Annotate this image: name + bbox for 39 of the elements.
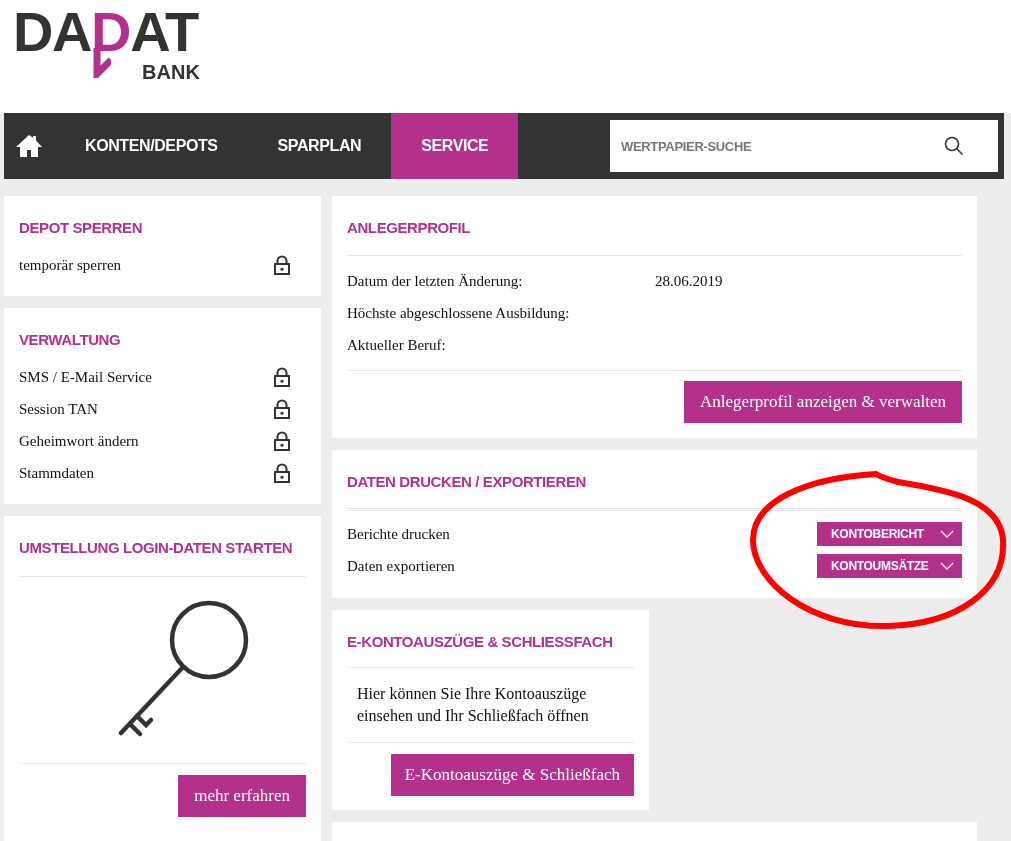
nav-tab[interactable]: KONTEN/DEPOTS xyxy=(54,113,248,179)
nav-tab[interactable]: SERVICE xyxy=(391,113,519,179)
field-label: Höchste abgeschlossene Ausbildung: xyxy=(347,304,571,323)
lock-icon xyxy=(274,255,290,275)
field-value: 28.06.2019 xyxy=(655,272,723,291)
menu-link[interactable]: Geheimwort ändern xyxy=(19,430,139,452)
chevron-down-icon xyxy=(940,562,954,570)
field-label: Aktueller Beruf: xyxy=(347,336,447,355)
lock-icon xyxy=(274,399,290,419)
dropdown[interactable]: KONTOBERICHT xyxy=(817,522,962,546)
menu-link[interactable]: SMS / E-Mail Service xyxy=(19,366,152,388)
lock-icon xyxy=(274,367,290,387)
row-label: Daten exportieren xyxy=(347,556,455,576)
field-label: Datum der letzten Änderung: xyxy=(347,272,524,291)
card-title: UMSTELLUNG LOGIN-DATEN STARTEN xyxy=(19,538,294,558)
chevron-down-icon xyxy=(940,530,954,538)
nav-tab[interactable]: SPARPLAN xyxy=(247,113,392,179)
lock-icon xyxy=(274,431,290,451)
description-text: Hier können Sie Ihre Kontoauszüge einsehen und Ihr Schließfach öffnen xyxy=(356,684,590,726)
logo-subtitle: BANK xyxy=(142,62,200,82)
menu-link[interactable]: temporär sperren xyxy=(19,254,122,276)
menu-link[interactable]: Stammdaten xyxy=(19,462,94,484)
menu-link[interactable]: Session TAN xyxy=(19,398,98,420)
action-button[interactable]: E-Kontoauszüge & Schließfach xyxy=(390,754,634,796)
logo-mark: D xyxy=(91,8,131,56)
card-title: DATEN DRUCKEN / EXPORTIEREN xyxy=(347,472,587,492)
search-field[interactable]: WERTPAPIER-SUCHE xyxy=(610,120,998,172)
search-icon[interactable] xyxy=(944,136,964,156)
logo-wordmark: AT xyxy=(130,8,198,56)
action-button[interactable]: mehr erfahren xyxy=(178,775,306,817)
action-button[interactable]: Anlegerprofil anzeigen & verwalten xyxy=(684,381,962,423)
card-title: VERWALTUNG xyxy=(19,330,122,350)
lock-icon xyxy=(274,463,290,483)
card-title: E-KONTOAUSZÜGE & SCHLIESSFACH xyxy=(347,632,614,652)
card-title: DEPOT SPERREN xyxy=(19,218,144,238)
dropdown[interactable]: KONTOUMSÄTZE xyxy=(817,554,962,578)
card-title: ANLEGERPROFIL xyxy=(347,218,472,238)
logo-wordmark: DA xyxy=(13,8,92,56)
row-label: Berichte drucken xyxy=(347,524,450,544)
